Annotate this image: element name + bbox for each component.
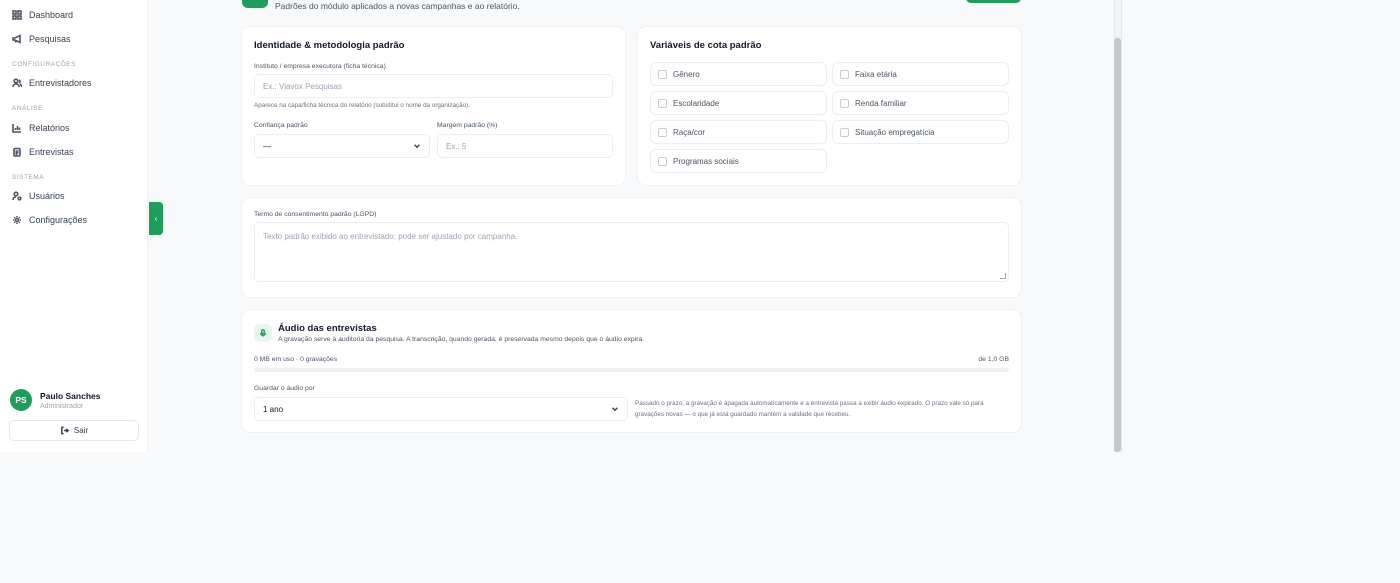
audio-capacity: de 1,0 GB	[978, 356, 1009, 363]
checkbox-label: Programas sociais	[673, 156, 739, 166]
keep-audio-hint: Passado o prazo, a gravação é apagada au…	[635, 400, 984, 418]
keep-audio-select[interactable]: 1 ano	[254, 397, 628, 421]
checkbox-box[interactable]	[840, 127, 849, 137]
user-gear-icon	[12, 191, 22, 201]
sidebar-item-entrevistas[interactable]: Entrevistas	[12, 143, 74, 161]
consent-placeholder: Texto padrão exibido ao entrevistado; po…	[263, 232, 518, 241]
checkbox-box[interactable]	[658, 156, 667, 166]
grid-icon	[12, 10, 22, 20]
institute-placeholder: Ex.: Viavox Pesquisas	[263, 81, 343, 91]
sidebar-item-label: Usuários	[29, 191, 65, 201]
sidebar-item-pesquisas[interactable]: Pesquisas	[12, 30, 71, 48]
logout-label: Sair	[73, 426, 89, 435]
quota-checkbox-programas-sociais[interactable]: Programas sociais	[650, 149, 827, 173]
checkbox-label: Gênero	[673, 69, 700, 79]
app-root: Dashboard Pesquisas CONFIGURAÇÕES Entrev…	[0, 0, 1400, 583]
audio-card: Áudio das entrevistas A gravação serve à…	[242, 310, 1021, 432]
identity-card: Identidade & metodologia padrão Institut…	[242, 27, 625, 185]
users-icon	[12, 78, 22, 88]
user-role: Administrador	[40, 402, 84, 410]
sidebar: Dashboard Pesquisas CONFIGURAÇÕES Entrev…	[0, 0, 148, 452]
quota-checkbox-genero[interactable]: Gênero	[650, 62, 827, 86]
quota-checkbox-raca-cor[interactable]: Raça/cor	[650, 120, 827, 144]
institute-label: Instituto / empresa executora (ficha téc…	[254, 63, 386, 70]
consent-textarea[interactable]: Texto padrão exibido ao entrevistado; po…	[254, 222, 1009, 282]
sidebar-item-label: Entrevistas	[29, 147, 74, 157]
collapse-sidebar-button[interactable]: ‹	[149, 202, 163, 235]
quota-card: Variáveis de cota padrão Gênero Faixa et…	[638, 27, 1021, 185]
margin-input[interactable]: Ex.: 5	[437, 134, 613, 158]
quota-card-title: Variáveis de cota padrão	[650, 40, 762, 51]
checkbox-label: Renda familiar	[855, 98, 907, 108]
user-profile: PS Paulo Sanches Administrador	[10, 389, 100, 411]
sidebar-item-label: Dashboard	[29, 10, 74, 20]
quota-checkbox-escolaridade[interactable]: Escolaridade	[650, 91, 827, 115]
checkbox-box[interactable]	[658, 69, 667, 79]
scrollbar-thumb[interactable]	[1114, 38, 1121, 452]
audio-usage: 0 MB em uso · 0 gravações	[254, 356, 338, 363]
audio-card-title: Áudio das entrevistas	[278, 323, 377, 334]
scrollbar-divider	[1121, 0, 1122, 452]
sidebar-item-label: Relatórios	[29, 123, 70, 133]
consent-card: Termo de consentimento padrão (LGPD) Tex…	[242, 198, 1021, 297]
sidebar-item-dashboard[interactable]: Dashboard	[12, 6, 73, 24]
page-header-icon	[242, 0, 268, 8]
section-label-sistema: SISTEMA	[12, 174, 45, 181]
confidence-value: —	[263, 141, 271, 151]
resize-handle-icon[interactable]	[1000, 273, 1006, 279]
save-button[interactable]	[966, 0, 1021, 3]
sidebar-item-label: Pesquisas	[29, 34, 71, 44]
sidebar-item-relatorios[interactable]: Relatórios	[12, 119, 70, 137]
avatar: PS	[10, 389, 32, 411]
chevron-down-icon	[612, 407, 618, 412]
margin-placeholder: Ex.: 5	[446, 141, 467, 151]
identity-card-title: Identidade & metodologia padrão	[254, 40, 405, 51]
chevron-down-icon	[414, 144, 420, 149]
sidebar-item-label: Entrevistadores	[29, 78, 92, 88]
logout-icon	[60, 426, 69, 435]
institute-hint: Aparece na capa/ficha técnica do relatór…	[254, 102, 470, 109]
checkbox-label: Raça/cor	[673, 127, 706, 137]
quota-checkbox-renda-familiar[interactable]: Renda familiar	[832, 91, 1009, 115]
page-subtitle: Padrões do módulo aplicados a novas camp…	[275, 1, 520, 11]
confidence-select[interactable]: —	[254, 134, 430, 158]
clipboard-icon	[13, 147, 21, 157]
user-name: Paulo Sanches	[40, 390, 101, 401]
checkbox-label: Situação empregatícia	[855, 127, 935, 137]
margin-label: Margem padrão (%)	[437, 122, 498, 129]
microphone-icon	[254, 324, 272, 342]
sidebar-item-label: Configurações	[29, 215, 88, 225]
quota-checkbox-faixa-etaria[interactable]: Faixa etária	[832, 62, 1009, 86]
checkbox-box[interactable]	[658, 127, 667, 137]
keep-audio-value: 1 ano	[263, 404, 284, 414]
confidence-label: Confiança padrão	[254, 122, 308, 129]
sidebar-item-configuracoes[interactable]: Configurações	[12, 211, 87, 229]
institute-input[interactable]: Ex.: Viavox Pesquisas	[254, 74, 613, 98]
keep-audio-label: Guardar o áudio por	[254, 385, 315, 392]
section-label-analise: ANÁLISE	[12, 105, 43, 112]
section-label-configuracoes: CONFIGURAÇÕES	[12, 61, 76, 68]
checkbox-label: Faixa etária	[855, 69, 897, 79]
gear-icon	[13, 216, 21, 224]
logout-button[interactable]: Sair	[9, 420, 139, 441]
quota-checkbox-situacao-empregaticia[interactable]: Situação empregatícia	[832, 120, 1009, 144]
bar-chart-icon	[12, 124, 21, 133]
sidebar-item-entrevistadores[interactable]: Entrevistadores	[12, 74, 92, 92]
consent-label: Termo de consentimento padrão (LGPD)	[254, 211, 377, 218]
sidebar-item-usuarios[interactable]: Usuários	[12, 187, 65, 205]
audio-usage-progress	[254, 368, 1009, 372]
checkbox-label: Escolaridade	[673, 98, 720, 108]
chevron-left-icon: ‹	[154, 214, 158, 223]
checkbox-box[interactable]	[840, 98, 849, 108]
audio-subtitle: A gravação serve à auditoria da pesquisa…	[278, 336, 645, 343]
checkbox-box[interactable]	[658, 98, 667, 108]
megaphone-icon	[12, 34, 21, 44]
checkbox-box[interactable]	[840, 69, 849, 79]
